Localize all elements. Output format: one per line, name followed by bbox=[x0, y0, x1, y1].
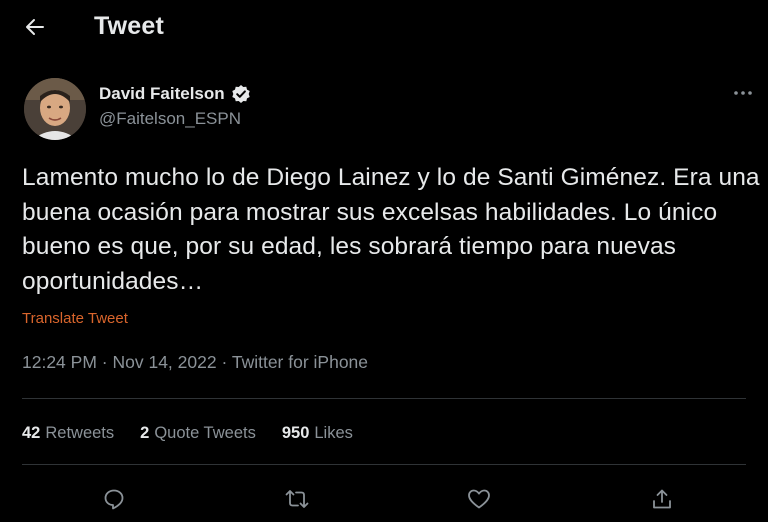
meta-separator: · bbox=[101, 352, 108, 372]
likes-stat[interactable]: 950 Likes bbox=[282, 424, 353, 443]
avatar[interactable] bbox=[24, 78, 86, 140]
reply-button[interactable] bbox=[99, 484, 129, 514]
author-name-row[interactable]: David Faitelson bbox=[99, 84, 251, 104]
retweet-button[interactable] bbox=[282, 484, 312, 514]
tweet-stats: 42 Retweets 2 Quote Tweets 950 Likes bbox=[22, 424, 379, 443]
tweet-date[interactable]: Nov 14, 2022 bbox=[112, 352, 216, 372]
tweet-time[interactable]: 12:24 PM bbox=[22, 352, 97, 372]
share-button[interactable] bbox=[647, 484, 677, 514]
tweet-actions bbox=[0, 480, 768, 516]
verified-badge-icon bbox=[231, 85, 250, 103]
more-dots-icon bbox=[734, 91, 752, 95]
retweet-icon bbox=[285, 490, 309, 508]
divider bbox=[22, 398, 746, 399]
share-icon bbox=[653, 489, 671, 509]
quote-tweets-stat[interactable]: 2 Quote Tweets bbox=[140, 424, 256, 443]
more-options-button[interactable] bbox=[730, 82, 756, 104]
like-icon bbox=[468, 489, 490, 509]
tweet-metadata: 12:24 PM · Nov 14, 2022 · Twitter for iP… bbox=[22, 352, 368, 373]
like-button[interactable] bbox=[464, 484, 494, 514]
quote-tweets-count: 2 bbox=[140, 424, 150, 442]
meta-separator: · bbox=[221, 352, 228, 372]
back-button[interactable] bbox=[22, 14, 48, 40]
arrow-left-icon bbox=[26, 19, 44, 35]
reply-icon bbox=[104, 489, 124, 510]
retweets-stat[interactable]: 42 Retweets bbox=[22, 424, 114, 443]
retweets-count: 42 bbox=[22, 424, 41, 442]
divider bbox=[22, 464, 746, 465]
likes-count: 950 bbox=[281, 424, 310, 442]
author-handle[interactable]: @Faitelson_ESPN bbox=[99, 109, 241, 129]
translate-tweet-link[interactable]: Translate Tweet bbox=[22, 310, 128, 327]
retweets-label: Retweets bbox=[45, 424, 115, 442]
tweet-source[interactable]: Twitter for iPhone bbox=[232, 352, 368, 372]
quote-tweets-label: Quote Tweets bbox=[154, 424, 256, 442]
page-title: Tweet bbox=[94, 12, 164, 40]
tweet-text: Lamento mucho lo de Diego Lainez y lo de… bbox=[22, 164, 760, 295]
likes-label: Likes bbox=[314, 424, 353, 442]
author-name: David Faitelson bbox=[99, 84, 225, 103]
top-bar: Tweet bbox=[0, 0, 768, 56]
